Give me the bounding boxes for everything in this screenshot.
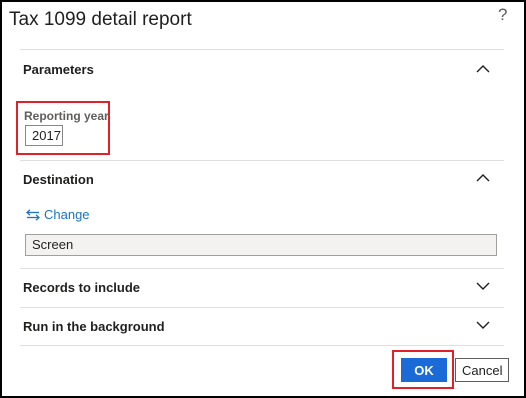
change-destination-link[interactable]: Change [26,207,90,222]
divider [20,49,504,50]
reporting-year-label: Reporting year [24,109,109,123]
destination-field[interactable]: Screen [25,234,497,256]
section-header-destination[interactable]: Destination [23,172,94,187]
section-header-parameters[interactable]: Parameters [23,62,94,77]
chevron-up-icon[interactable] [476,64,490,74]
help-icon[interactable]: ? [498,5,507,25]
divider [20,268,504,269]
divider [20,160,504,161]
reporting-year-input[interactable]: 2017 [25,125,63,146]
ok-button[interactable]: OK [401,358,447,382]
chevron-down-icon[interactable] [476,281,490,291]
dialog-title: Tax 1099 detail report [9,9,192,30]
cancel-button[interactable]: Cancel [455,358,509,382]
swap-arrows-icon [26,208,40,221]
divider [20,307,504,308]
report-dialog: Tax 1099 detail report ? Parameters Repo… [0,0,526,398]
change-link-label: Change [44,207,90,222]
chevron-down-icon[interactable] [476,320,490,330]
divider [20,345,504,346]
chevron-up-icon[interactable] [476,173,490,183]
section-header-records[interactable]: Records to include [23,280,140,295]
section-header-background[interactable]: Run in the background [23,319,165,334]
